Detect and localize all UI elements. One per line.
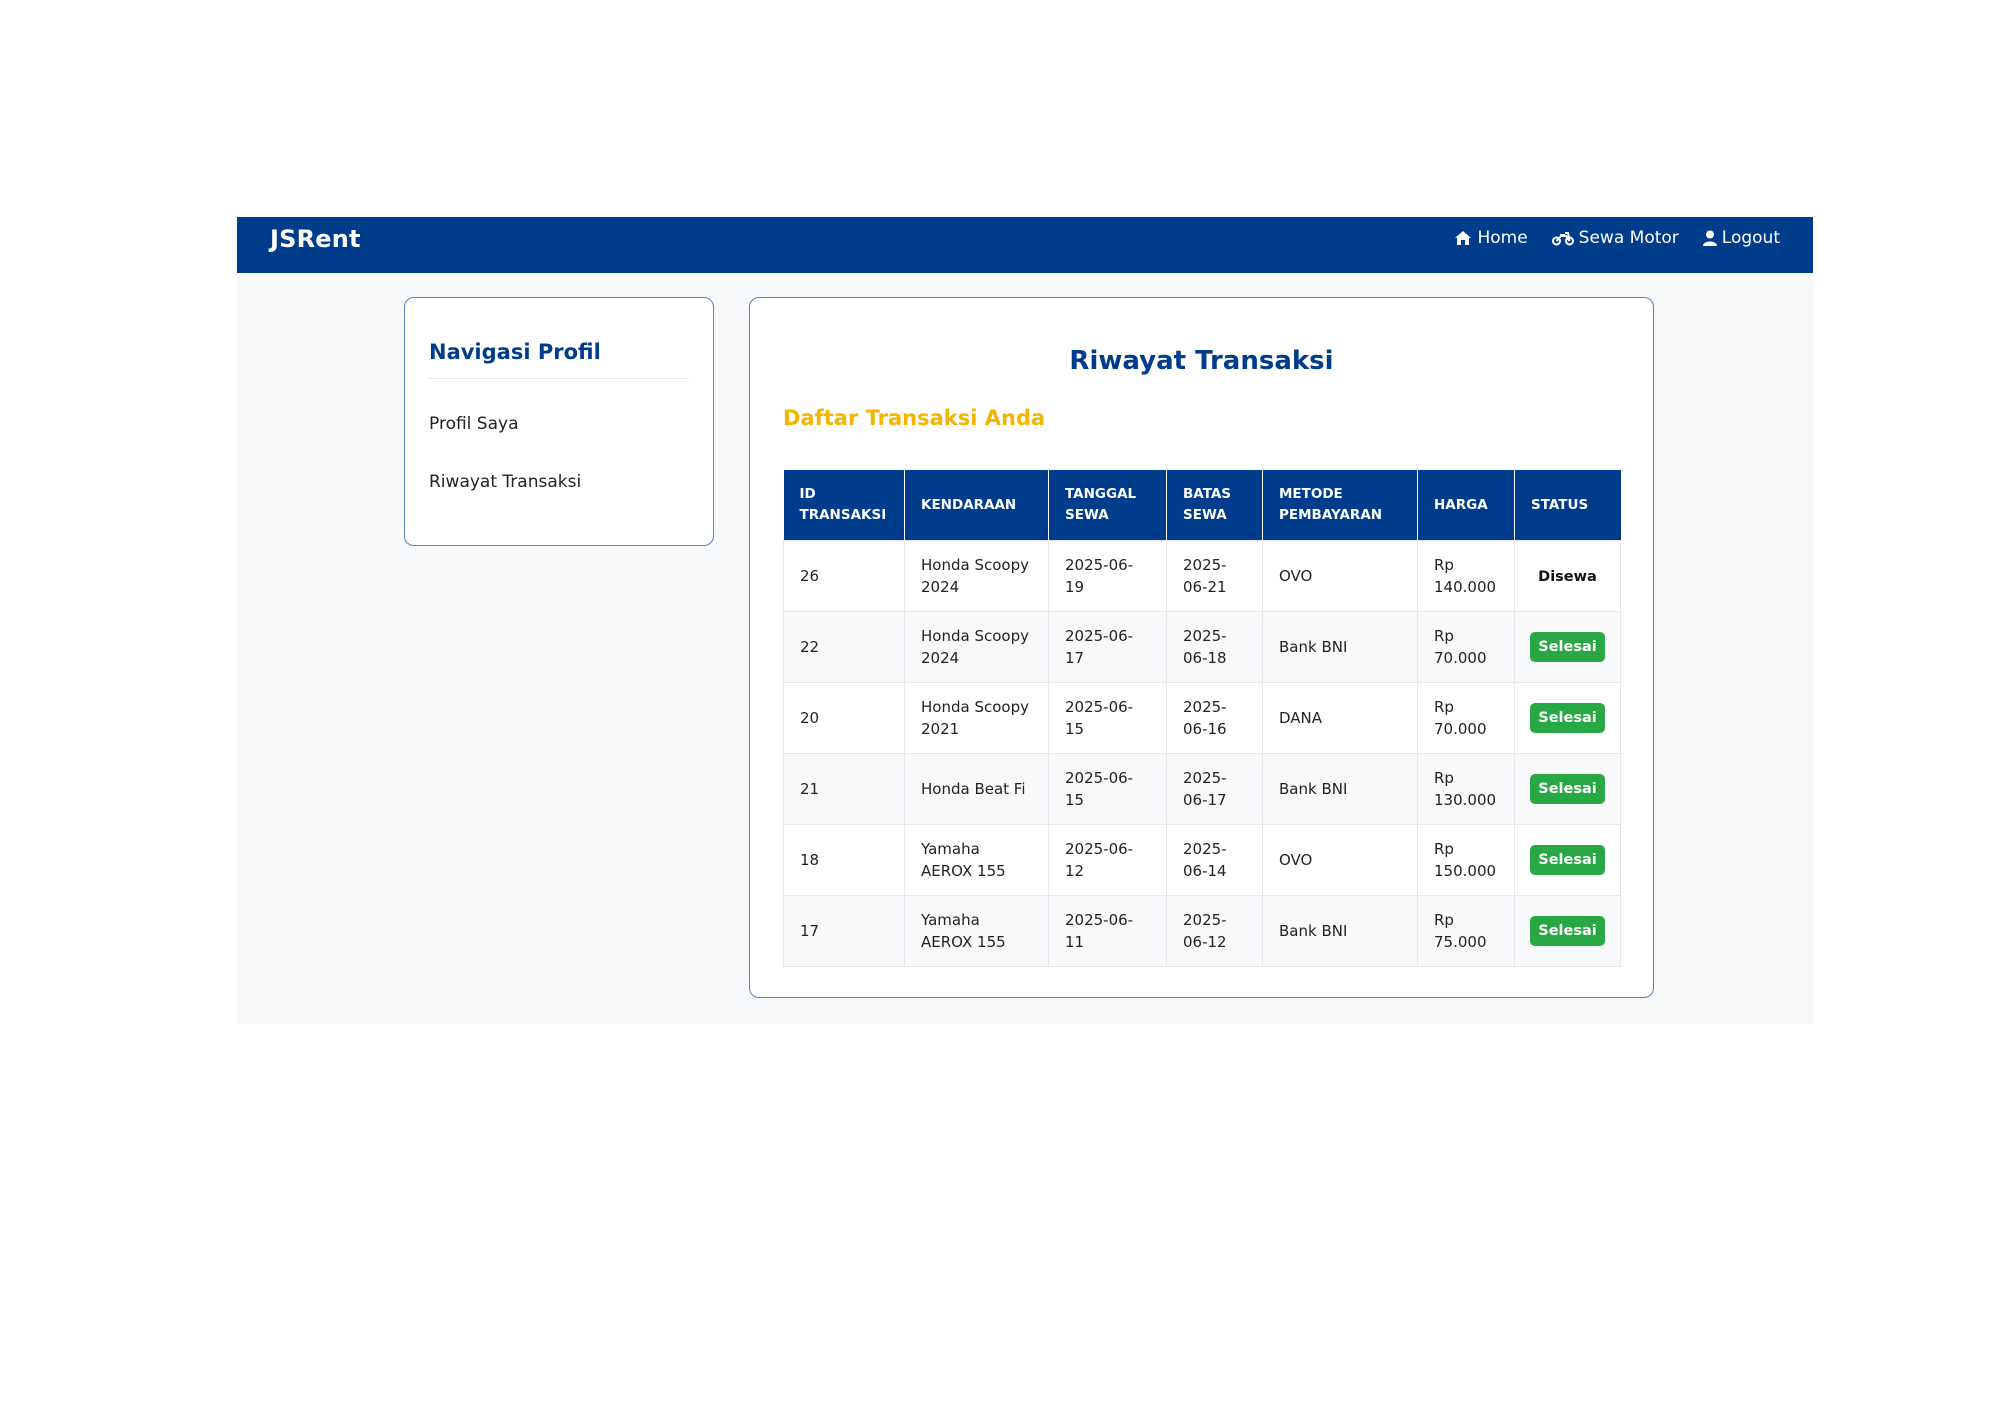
cell-id: 21 xyxy=(783,753,905,825)
sidebar-divider xyxy=(429,378,689,379)
app-window: JSRent Home Sewa Motor Logout Navigasi P… xyxy=(237,217,1813,1024)
cell-start-date: 2025-06-15 xyxy=(1048,753,1167,825)
cell-start-date: 2025-06-11 xyxy=(1048,895,1167,967)
header-status: STATUS xyxy=(1514,470,1621,541)
cell-id: 20 xyxy=(783,682,905,754)
cell-method: Bank BNI xyxy=(1262,611,1418,683)
cell-status: Selesai xyxy=(1514,895,1621,967)
transaction-panel: Riwayat Transaksi Daftar Transaksi Anda … xyxy=(749,297,1654,998)
cell-end-date: 2025-06-16 xyxy=(1166,682,1263,754)
header-tanggal-sewa: TANGGAL SEWA xyxy=(1048,470,1167,541)
table-header-row: ID TRANSAKSI KENDARAAN TANGGAL SEWA BATA… xyxy=(783,470,1621,541)
nav-logout-link[interactable]: Logout xyxy=(1702,228,1780,248)
user-icon xyxy=(1702,230,1717,246)
cell-method: Bank BNI xyxy=(1262,753,1418,825)
cell-start-date: 2025-06-15 xyxy=(1048,682,1167,754)
cell-method: Bank BNI xyxy=(1262,895,1418,967)
cell-id: 26 xyxy=(783,540,905,612)
cell-price: Rp 150.000 xyxy=(1417,824,1515,896)
cell-price: Rp 140.000 xyxy=(1417,540,1515,612)
cell-vehicle: Honda Scoopy 2024 xyxy=(904,540,1049,612)
status-badge: Selesai xyxy=(1530,703,1605,733)
cell-id: 18 xyxy=(783,824,905,896)
cell-vehicle: Yamaha AEROX 155 xyxy=(904,824,1049,896)
nav-logout-label: Logout xyxy=(1721,228,1780,248)
table-row: 22 Honda Scoopy 2024 2025-06-17 2025-06-… xyxy=(783,611,1621,683)
top-navbar: JSRent Home Sewa Motor Logout xyxy=(237,217,1813,273)
cell-start-date: 2025-06-19 xyxy=(1048,540,1167,612)
nav-sewa-motor-label: Sewa Motor xyxy=(1578,228,1679,248)
transaction-table: ID TRANSAKSI KENDARAAN TANGGAL SEWA BATA… xyxy=(783,470,1621,967)
cell-start-date: 2025-06-17 xyxy=(1048,611,1167,683)
table-row: 17 Yamaha AEROX 155 2025-06-11 2025-06-1… xyxy=(783,895,1621,967)
cell-price: Rp 70.000 xyxy=(1417,611,1515,683)
motorcycle-icon xyxy=(1551,230,1574,246)
cell-method: DANA xyxy=(1262,682,1418,754)
cell-method: OVO xyxy=(1262,824,1418,896)
cell-price: Rp 75.000 xyxy=(1417,895,1515,967)
nav-home-label: Home xyxy=(1477,228,1528,248)
cell-status: Selesai xyxy=(1514,753,1621,825)
cell-start-date: 2025-06-12 xyxy=(1048,824,1167,896)
cell-method: OVO xyxy=(1262,540,1418,612)
cell-vehicle: Yamaha AEROX 155 xyxy=(904,895,1049,967)
nav-home-link[interactable]: Home xyxy=(1454,228,1528,248)
table-row: 26 Honda Scoopy 2024 2025-06-19 2025-06-… xyxy=(783,540,1621,612)
nav-links: Home Sewa Motor Logout xyxy=(1454,217,1780,259)
status-badge: Selesai xyxy=(1530,845,1605,875)
header-harga: HARGA xyxy=(1417,470,1515,541)
header-kendaraan: KENDARAAN xyxy=(904,470,1049,541)
table-row: 18 Yamaha AEROX 155 2025-06-12 2025-06-1… xyxy=(783,824,1621,896)
sidebar-item-profil-saya[interactable]: Profil Saya xyxy=(429,414,519,434)
sidebar-item-riwayat-transaksi[interactable]: Riwayat Transaksi xyxy=(429,472,581,492)
header-id-transaksi: ID TRANSAKSI xyxy=(783,470,905,541)
status-badge: Selesai xyxy=(1530,632,1605,662)
status-badge: Selesai xyxy=(1530,916,1605,946)
cell-price: Rp 70.000 xyxy=(1417,682,1515,754)
cell-status: Disewa xyxy=(1514,540,1621,612)
section-subtitle: Daftar Transaksi Anda xyxy=(783,406,1046,430)
cell-vehicle: Honda Scoopy 2024 xyxy=(904,611,1049,683)
cell-vehicle: Honda Beat Fi xyxy=(904,753,1049,825)
brand-logo[interactable]: JSRent xyxy=(270,225,361,253)
status-badge: Selesai xyxy=(1530,774,1605,804)
cell-id: 22 xyxy=(783,611,905,683)
cell-status: Selesai xyxy=(1514,611,1621,683)
home-icon xyxy=(1454,230,1472,246)
table-row: 20 Honda Scoopy 2021 2025-06-15 2025-06-… xyxy=(783,682,1621,754)
header-batas-sewa: BATAS SEWA xyxy=(1166,470,1263,541)
sidebar-title: Navigasi Profil xyxy=(429,340,601,364)
cell-end-date: 2025-06-14 xyxy=(1166,824,1263,896)
cell-price: Rp 130.000 xyxy=(1417,753,1515,825)
cell-status: Selesai xyxy=(1514,824,1621,896)
page-title: Riwayat Transaksi xyxy=(1069,346,1334,376)
header-metode-pembayaran: METODE PEMBAYARAN xyxy=(1262,470,1418,541)
cell-end-date: 2025-06-12 xyxy=(1166,895,1263,967)
cell-end-date: 2025-06-18 xyxy=(1166,611,1263,683)
cell-end-date: 2025-06-21 xyxy=(1166,540,1263,612)
profile-sidebar: Navigasi Profil Profil Saya Riwayat Tran… xyxy=(404,297,714,546)
status-badge: Disewa xyxy=(1538,568,1597,585)
table-row: 21 Honda Beat Fi 2025-06-15 2025-06-17 B… xyxy=(783,753,1621,825)
cell-id: 17 xyxy=(783,895,905,967)
cell-status: Selesai xyxy=(1514,682,1621,754)
nav-sewa-motor-link[interactable]: Sewa Motor xyxy=(1551,228,1679,248)
cell-vehicle: Honda Scoopy 2021 xyxy=(904,682,1049,754)
cell-end-date: 2025-06-17 xyxy=(1166,753,1263,825)
